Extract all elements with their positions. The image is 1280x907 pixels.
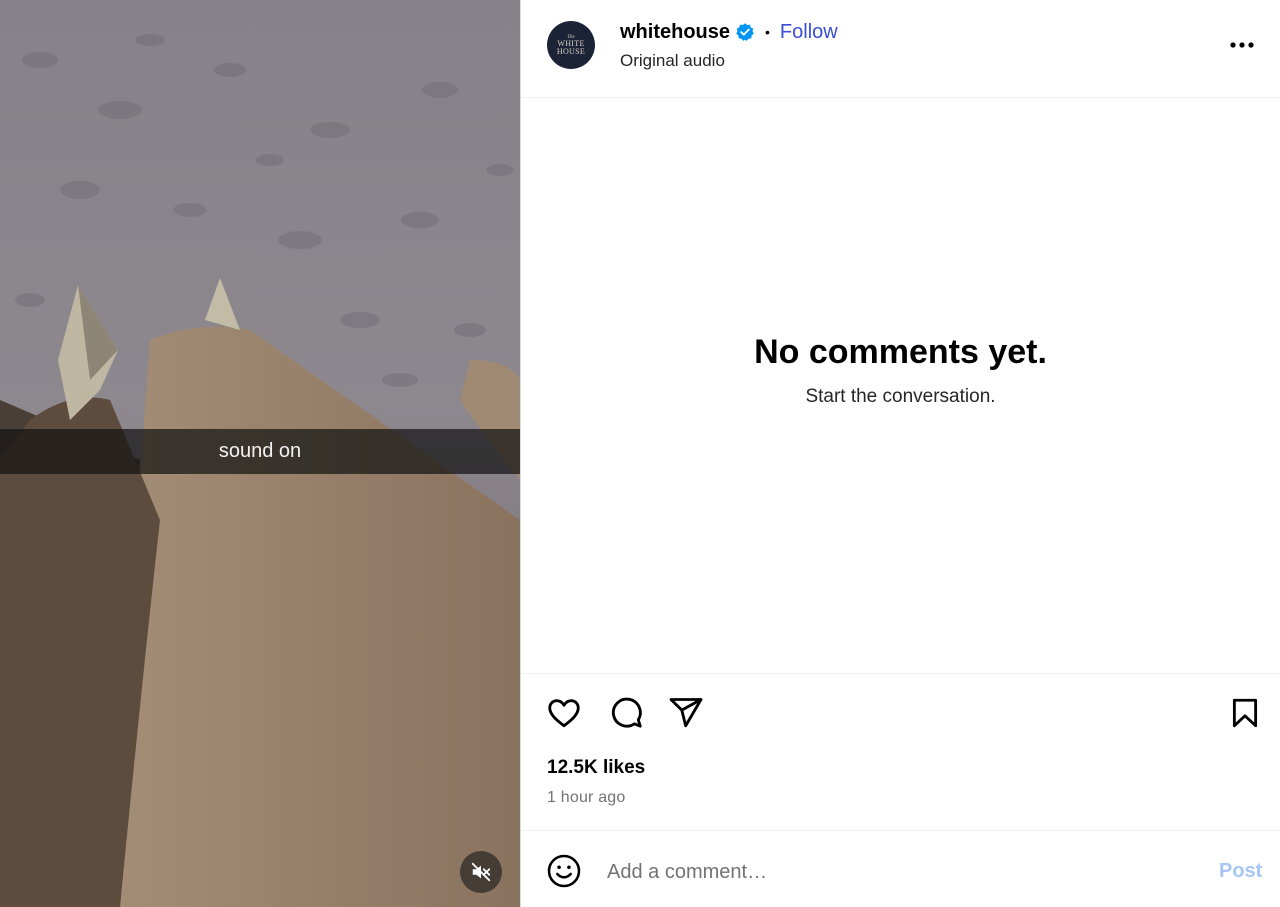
- share-icon: [669, 698, 703, 728]
- emoji-button[interactable]: [546, 853, 582, 889]
- more-options-button[interactable]: [1227, 30, 1257, 60]
- heart-icon: [548, 699, 580, 728]
- comment-button[interactable]: [607, 694, 645, 732]
- bookmark-icon: [1232, 698, 1258, 728]
- original-audio-link[interactable]: Original audio: [620, 51, 725, 71]
- like-button[interactable]: [545, 694, 583, 732]
- reel-video[interactable]: sound on: [0, 0, 520, 907]
- sound-on-banner[interactable]: sound on: [0, 429, 520, 474]
- separator-dot: •: [765, 24, 770, 40]
- comments-section: No comments yet. Start the conversation.: [521, 98, 1280, 673]
- comment-input[interactable]: [607, 855, 1167, 889]
- emoji-icon: [547, 854, 581, 888]
- empty-comments-subtitle: Start the conversation.: [805, 386, 996, 407]
- avatar-text-line3: HOUSE: [556, 46, 586, 56]
- follow-button[interactable]: Follow: [780, 21, 838, 44]
- sound-on-label: sound on: [218, 440, 302, 462]
- action-bar: [521, 690, 1280, 736]
- mute-toggle-button[interactable]: [460, 851, 502, 893]
- comment-bar: Post: [521, 831, 1280, 907]
- speaker-muted-icon: [471, 862, 491, 882]
- likes-count[interactable]: 12.5K likes: [547, 757, 645, 779]
- avatar[interactable]: The WHITE HOUSE: [547, 21, 595, 69]
- post-header: The WHITE HOUSE whitehouse • Follow Orig…: [521, 0, 1280, 98]
- username-row: whitehouse • Follow: [620, 19, 838, 45]
- post-side-panel: The WHITE HOUSE whitehouse • Follow Orig…: [521, 0, 1280, 907]
- save-button[interactable]: [1226, 694, 1264, 732]
- verified-badge-icon: [736, 23, 754, 41]
- empty-comments-title: No comments yet.: [754, 333, 1047, 371]
- more-options-icon: [1230, 42, 1254, 48]
- actions-divider: [521, 673, 1280, 674]
- post-timestamp[interactable]: 1 hour ago: [547, 789, 626, 807]
- share-button[interactable]: [667, 694, 705, 732]
- post-comment-button[interactable]: Post: [1219, 860, 1262, 883]
- username-link[interactable]: whitehouse: [620, 21, 730, 44]
- comment-icon: [611, 697, 642, 728]
